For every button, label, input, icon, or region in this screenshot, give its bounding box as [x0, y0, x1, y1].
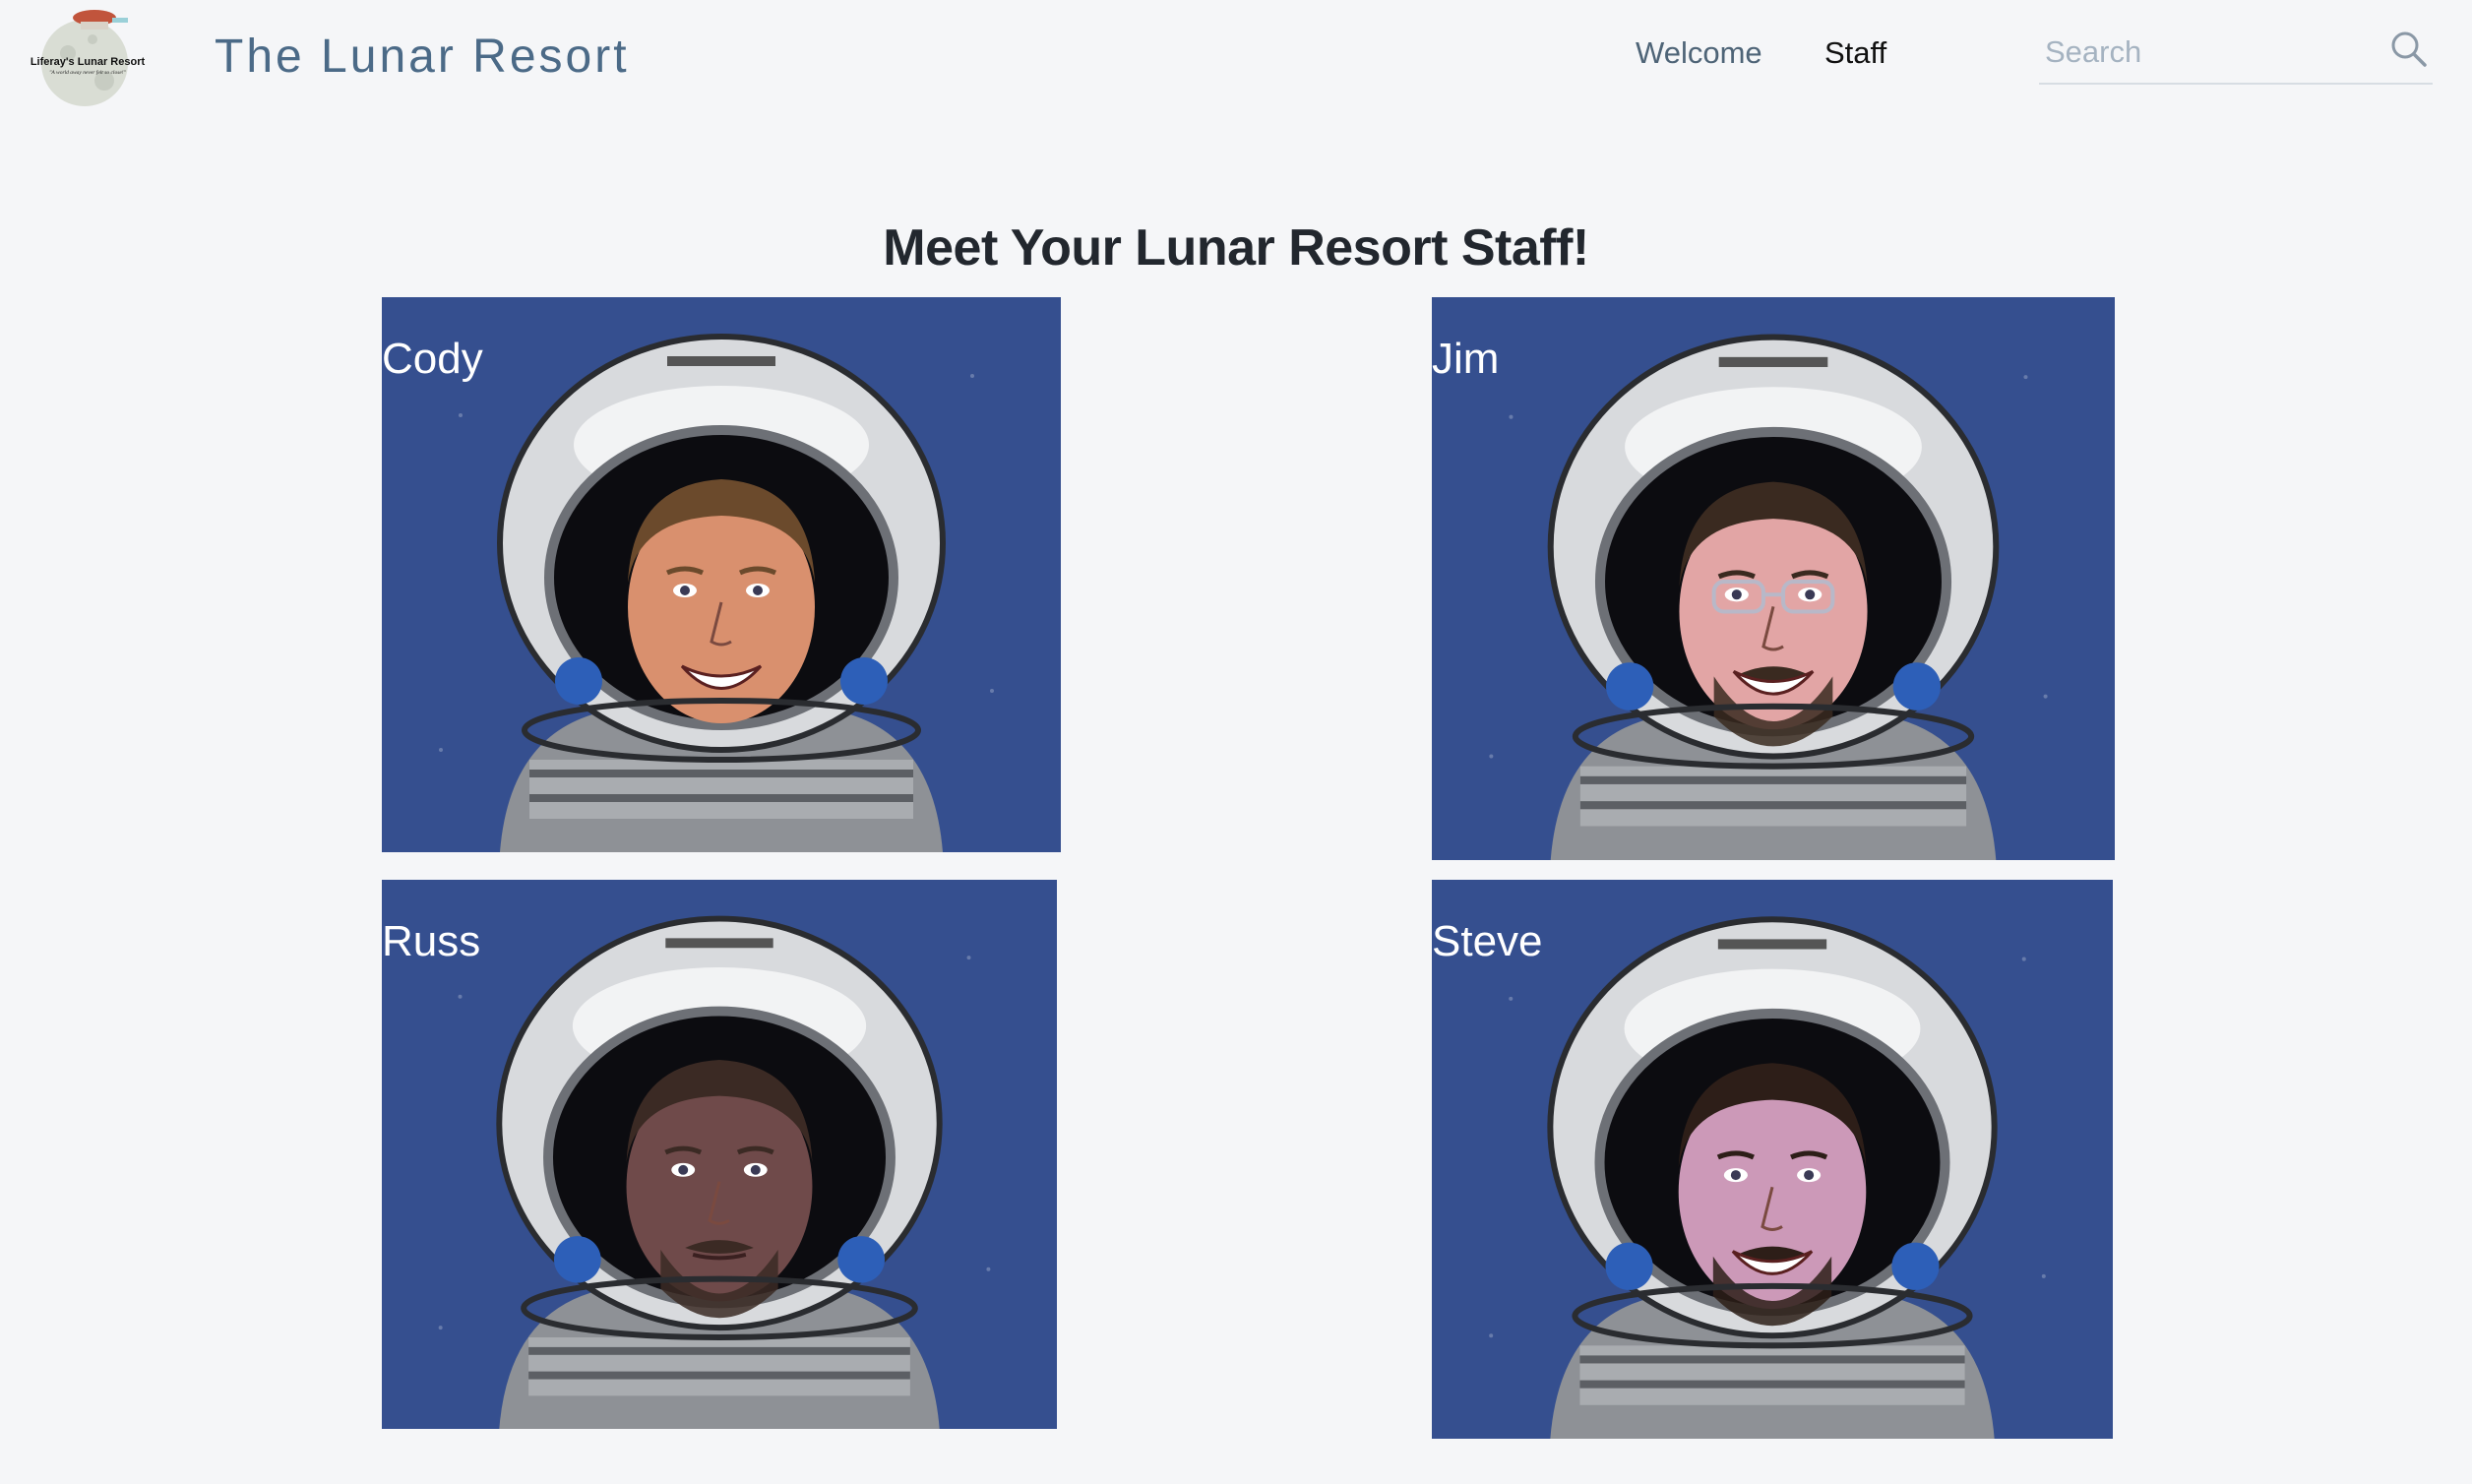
logo-title: Liferay's Lunar Resort — [31, 56, 146, 68]
page-title: Meet Your Lunar Resort Staff! — [883, 219, 1589, 277]
staff-name: Jim — [1432, 335, 1500, 383]
astronaut-photo — [438, 915, 991, 1429]
search-icon[interactable] — [2383, 26, 2433, 75]
site-logo[interactable]: Liferay's Lunar Resort "A world away nev… — [14, 4, 161, 106]
site-title[interactable]: The Lunar Resort — [215, 28, 630, 87]
staff-name: Russ — [382, 917, 481, 965]
staff-card-steve: Steve — [1432, 880, 2113, 1439]
search-input[interactable] — [2045, 28, 2360, 77]
staff-card-jim: Jim — [1432, 297, 2115, 860]
staff-card-cody: Cody — [382, 297, 1061, 852]
nav-welcome[interactable]: Welcome — [1636, 30, 1762, 77]
logo-tagline: "A world away never felt so close!" — [49, 69, 127, 76]
nav-staff[interactable]: Staff — [1824, 30, 1886, 77]
astronaut-photo — [439, 334, 994, 852]
staff-name: Cody — [382, 335, 483, 383]
staff-name: Steve — [1432, 917, 1543, 965]
astronaut-photo — [1489, 334, 2048, 860]
site-header: Liferay's Lunar Resort "A world away nev… — [0, 0, 2472, 118]
search-bar — [2039, 24, 2433, 85]
staff-card-russ: Russ — [382, 880, 1057, 1429]
